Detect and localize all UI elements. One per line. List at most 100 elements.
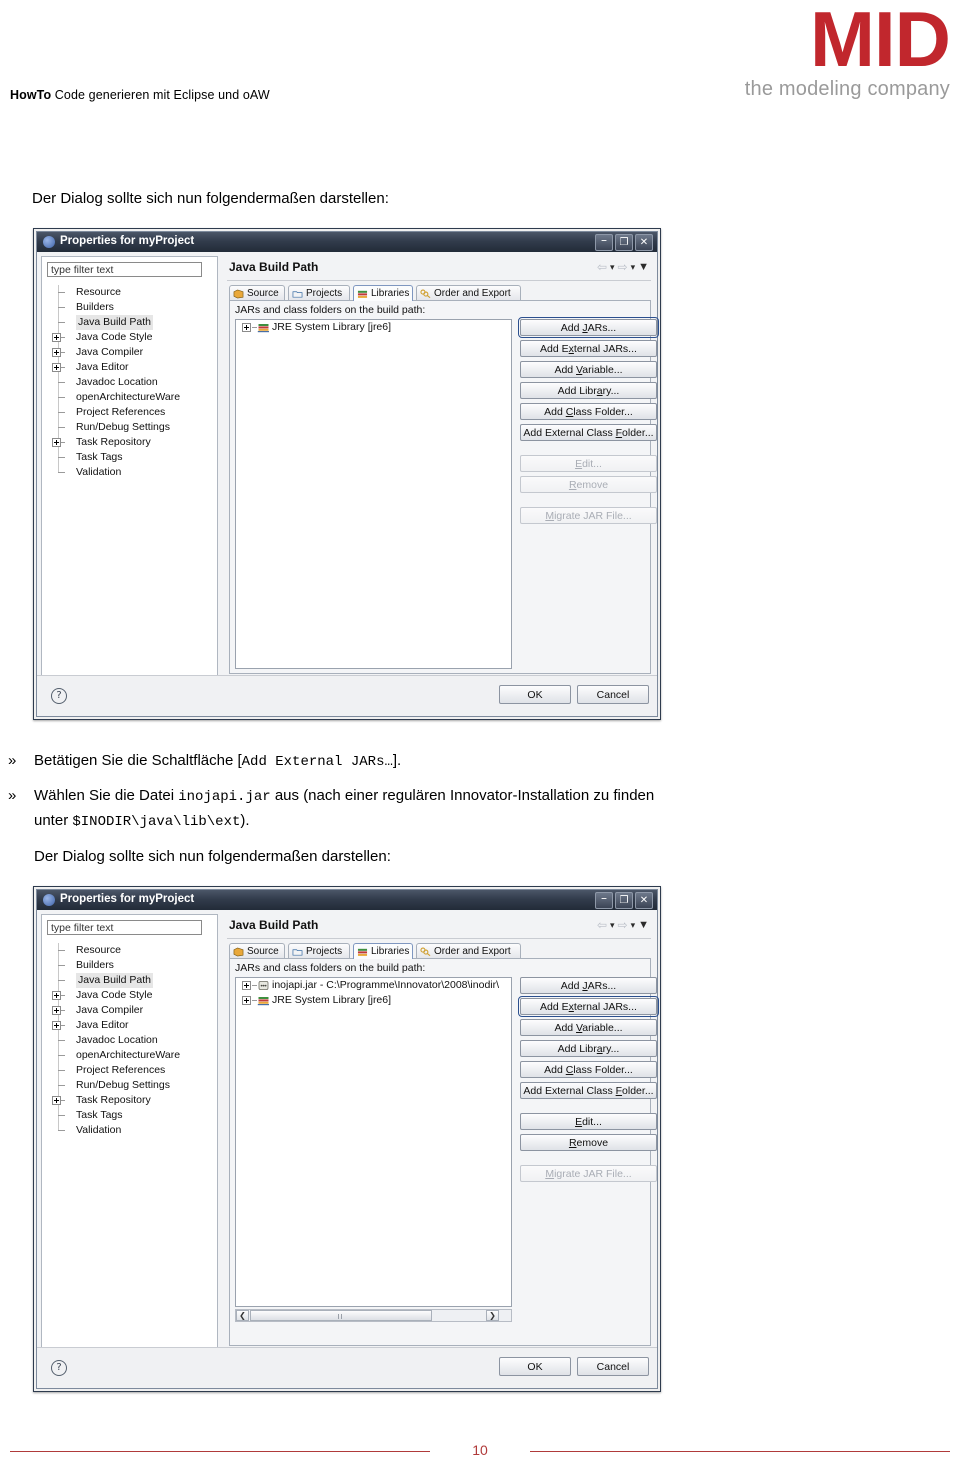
tree-item-project-references[interactable]: Project References	[50, 1063, 215, 1078]
classpath-buttons-1[interactable]: Add JARs... Add External JARs... Add Varia…	[518, 317, 659, 528]
dialog-2-window-controls[interactable]: – ❐ ✕	[595, 892, 653, 909]
tree-item-run-debug-settings[interactable]: Run/Debug Settings	[50, 420, 215, 435]
tree-item-run-debug-settings[interactable]: Run/Debug Settings	[50, 1078, 215, 1093]
tab-libraries[interactable]: Libraries	[353, 285, 413, 301]
dialog-2-footer-buttons[interactable]: OK Cancel	[499, 1357, 649, 1376]
close-button[interactable]: ✕	[635, 234, 653, 251]
scroll-left-button[interactable]: ❮	[236, 1310, 249, 1321]
maximize-button[interactable]: ❐	[615, 234, 633, 251]
maximize-button[interactable]: ❐	[615, 892, 633, 909]
expand-plus-icon[interactable]	[242, 981, 251, 990]
filter-input-2[interactable]: type filter text	[47, 920, 202, 935]
scroll-thumb[interactable]	[250, 1310, 432, 1321]
properties-dialog-1[interactable]: Properties for myProject – ❐ ✕ type filt…	[33, 228, 661, 720]
tabstrip-1[interactable]: Source Projects Libraries Order and Export	[229, 285, 651, 301]
forward-dropdown-icon[interactable]: ▾	[631, 262, 636, 273]
forward-dropdown-icon[interactable]: ▾	[631, 920, 636, 931]
expand-plus-icon[interactable]	[52, 1021, 61, 1030]
tree-item-java-compiler[interactable]: Java Compiler	[50, 345, 215, 360]
button-add-variable[interactable]: Add Variable...	[520, 1019, 657, 1036]
dialog-2-titlebar[interactable]: Properties for myProject – ❐ ✕	[37, 890, 657, 911]
classpath-list-1[interactable]: JRE System Library [jre6]	[235, 319, 512, 669]
tree-item-task-tags[interactable]: Task Tags	[50, 1108, 215, 1123]
classpath-entry[interactable]: JRE System Library [jre6]	[236, 320, 511, 335]
dialog-1-window-controls[interactable]: – ❐ ✕	[595, 234, 653, 251]
expand-plus-icon[interactable]	[52, 1096, 61, 1105]
expand-plus-icon[interactable]	[52, 438, 61, 447]
tree-item-java-build-path[interactable]: Java Build Path	[50, 973, 215, 988]
tree-item-task-repository[interactable]: Task Repository	[50, 1093, 215, 1108]
horizontal-scrollbar[interactable]: ❮ ❯	[235, 1309, 512, 1322]
back-dropdown-icon[interactable]: ▾	[610, 920, 615, 931]
button-add-jars[interactable]: Add JARs...	[518, 317, 659, 338]
view-menu-icon[interactable]: ▼	[638, 919, 649, 931]
button-add-external-jars[interactable]: Add External JARs...	[518, 996, 659, 1017]
tab-source[interactable]: Source	[229, 943, 285, 959]
tab-projects[interactable]: Projects	[288, 285, 350, 301]
tree-item-openarchitectureware[interactable]: openArchitectureWare	[50, 390, 215, 405]
dialog-1-titlebar[interactable]: Properties for myProject – ❐ ✕	[37, 232, 657, 253]
expand-plus-icon[interactable]	[242, 323, 251, 332]
tab-order-and-export[interactable]: Order and Export	[416, 943, 521, 959]
dialog-2-nav-arrows[interactable]: ⇦ ▾ ⇨ ▾ ▼	[597, 918, 649, 932]
tree-item-java-editor[interactable]: Java Editor	[50, 1018, 215, 1033]
tree-item-validation[interactable]: Validation	[50, 1123, 215, 1138]
tree-item-builders[interactable]: Builders	[50, 958, 215, 973]
help-icon[interactable]: ?	[51, 688, 67, 704]
expand-plus-icon[interactable]	[52, 1006, 61, 1015]
button-add-external-jars[interactable]: Add External JARs...	[520, 340, 657, 357]
tree-item-javadoc-location[interactable]: Javadoc Location	[50, 375, 215, 390]
tree-item-javadoc-location[interactable]: Javadoc Location	[50, 1033, 215, 1048]
classpath-buttons-2[interactable]: Add JARs... Add External JARs... Add Varia…	[518, 977, 659, 1186]
button-add-variable[interactable]: Add Variable...	[520, 361, 657, 378]
cancel-button[interactable]: Cancel	[577, 1357, 649, 1376]
expand-plus-icon[interactable]	[52, 333, 61, 342]
button-add-external-class-folder[interactable]: Add External Class Folder...	[520, 424, 657, 441]
expand-plus-icon[interactable]	[52, 363, 61, 372]
dialog-1-nav-arrows[interactable]: ⇦ ▾ ⇨ ▾ ▼	[597, 260, 649, 274]
button-add-class-folder[interactable]: Add Class Folder...	[520, 403, 657, 420]
button-remove[interactable]: Remove	[520, 1134, 657, 1151]
expand-plus-icon[interactable]	[242, 996, 251, 1005]
tab-projects[interactable]: Projects	[288, 943, 350, 959]
tree-item-java-code-style[interactable]: Java Code Style	[50, 988, 215, 1003]
tree-item-builders[interactable]: Builders	[50, 300, 215, 315]
tree-item-project-references[interactable]: Project References	[50, 405, 215, 420]
button-add-external-class-folder[interactable]: Add External Class Folder...	[520, 1082, 657, 1099]
button-add-jars[interactable]: Add JARs...	[520, 977, 657, 994]
close-button[interactable]: ✕	[635, 892, 653, 909]
forward-arrow-icon[interactable]: ⇨	[618, 260, 628, 274]
expand-plus-icon[interactable]	[52, 991, 61, 1000]
button-add-library[interactable]: Add Library...	[520, 1040, 657, 1057]
minimize-button[interactable]: –	[595, 234, 613, 251]
help-icon[interactable]: ?	[51, 1360, 67, 1376]
tab-order-and-export[interactable]: Order and Export	[416, 285, 521, 301]
tree-item-openarchitectureware[interactable]: openArchitectureWare	[50, 1048, 215, 1063]
classpath-entry[interactable]: inojapi.jar - C:\Programme\Innovator\200…	[236, 978, 511, 993]
filter-input-1[interactable]: type filter text	[47, 262, 202, 277]
tab-source[interactable]: Source	[229, 285, 285, 301]
tab-libraries[interactable]: Libraries	[353, 943, 413, 959]
ok-button[interactable]: OK	[499, 685, 571, 704]
settings-tree-1[interactable]: Resource Builders Java Build Path Java Code…	[50, 285, 215, 480]
cancel-button[interactable]: Cancel	[577, 685, 649, 704]
view-menu-icon[interactable]: ▼	[638, 261, 649, 273]
expand-plus-icon[interactable]	[52, 348, 61, 357]
back-arrow-icon[interactable]: ⇦	[597, 260, 607, 274]
scroll-right-button[interactable]: ❯	[486, 1310, 499, 1321]
forward-arrow-icon[interactable]: ⇨	[618, 918, 628, 932]
tree-item-java-compiler[interactable]: Java Compiler	[50, 1003, 215, 1018]
classpath-list-2[interactable]: inojapi.jar - C:\Programme\Innovator\200…	[235, 977, 512, 1307]
settings-tree-2[interactable]: Resource Builders Java Build Path Java Code…	[50, 943, 215, 1138]
tree-item-java-editor[interactable]: Java Editor	[50, 360, 215, 375]
button-add-class-folder[interactable]: Add Class Folder...	[520, 1061, 657, 1078]
back-arrow-icon[interactable]: ⇦	[597, 918, 607, 932]
tree-item-java-code-style[interactable]: Java Code Style	[50, 330, 215, 345]
button-add-library[interactable]: Add Library...	[520, 382, 657, 399]
properties-dialog-2[interactable]: Properties for myProject – ❐ ✕ type filt…	[33, 886, 661, 1392]
button-edit[interactable]: Edit...	[520, 1113, 657, 1130]
tabstrip-2[interactable]: Source Projects Libraries Order and Export	[229, 943, 651, 959]
tree-item-task-repository[interactable]: Task Repository	[50, 435, 215, 450]
tree-item-task-tags[interactable]: Task Tags	[50, 450, 215, 465]
classpath-entry[interactable]: JRE System Library [jre6]	[236, 993, 511, 1008]
